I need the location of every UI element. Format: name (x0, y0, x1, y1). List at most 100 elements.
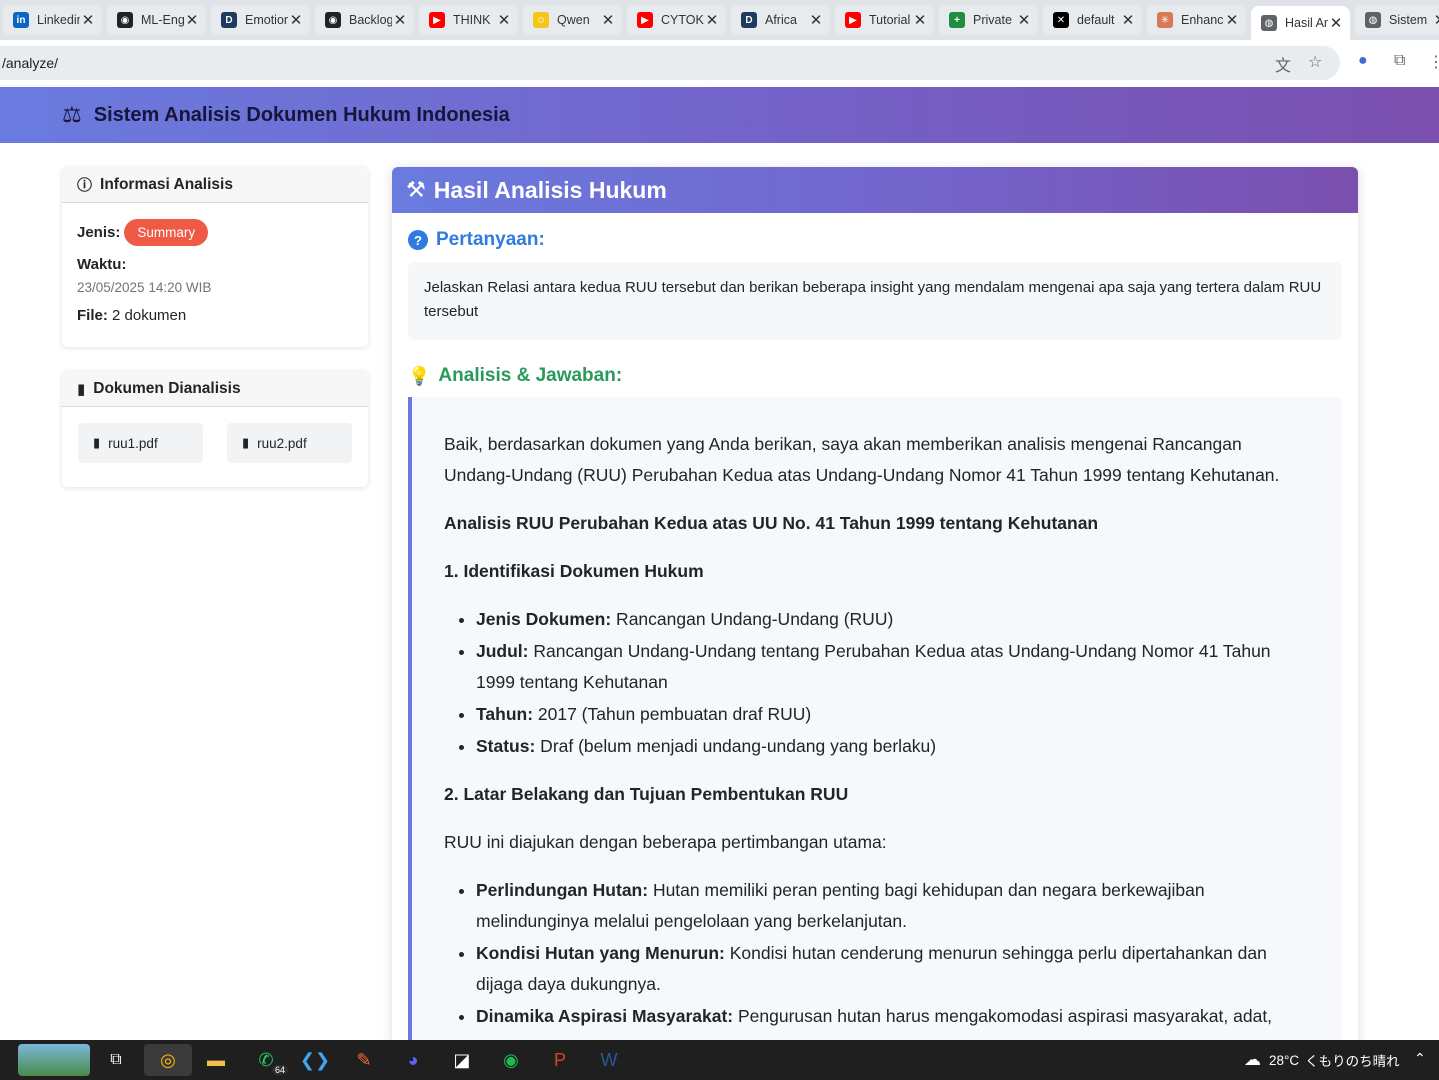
menu-kebab-icon[interactable]: ⋮ (1428, 52, 1439, 72)
browser-tab[interactable]: ◉ Backlog ✕ (315, 5, 414, 35)
info-circle-icon: ⓘ (77, 177, 93, 194)
weather-temp: 28°C (1269, 1052, 1300, 1068)
browser-tab[interactable]: ✕ default ✕ (1043, 5, 1142, 35)
timestamp: 23/05/2025 14:20 WIB (77, 280, 212, 295)
notification-count-badge: 64 (271, 1065, 288, 1075)
background-list: Perlindungan Hutan: Hutan memiliki peran… (444, 875, 1310, 1032)
capcut-icon[interactable]: ◪ (446, 1044, 478, 1076)
waktu-label: Waktu: (77, 256, 127, 273)
weather-widget[interactable]: ☁ 28°C くもりのち晴れ (1244, 1050, 1400, 1070)
browser-tab-title: CYTOK (661, 13, 704, 27)
file-icon: ▮ (242, 435, 250, 450)
list-item: Perlindungan Hutan: Hutan memiliki peran… (476, 875, 1310, 937)
browser-tab[interactable]: ◍ Sistem ✕ (1355, 5, 1439, 35)
result-title: Hasil Analisis Hukum (433, 176, 667, 203)
github-icon: ◉ (325, 12, 341, 28)
close-icon[interactable]: ✕ (1016, 11, 1032, 29)
browser-tab-strip: inLinkedin✕◉ML-Engineering✕DEmotion✕ ◉ Bac… (0, 0, 1439, 40)
answer-heading-main: Analisis RUU Perubahan Kedua atas UU No.… (444, 513, 1099, 533)
list-item: Status: Draf (belum menjadi undang-undan… (476, 731, 1310, 762)
bookmark-star-icon[interactable]: ☆ (1308, 52, 1322, 72)
browser-tab-title: Tutorial (869, 13, 911, 27)
close-icon[interactable]: ✕ (600, 11, 616, 29)
type-badge: Summary (124, 218, 209, 246)
document-name: ruu2.pdf (257, 435, 307, 451)
close-icon[interactable]: ✕ (80, 11, 96, 29)
browser-tab-title: Enhance (1181, 13, 1224, 27)
translate-icon[interactable]: 文 (1275, 52, 1291, 76)
document-chip[interactable]: ▮ ruu1.pdf (78, 423, 203, 463)
pen-app-icon[interactable]: ✎ (348, 1044, 380, 1076)
word-icon[interactable]: W (593, 1044, 625, 1076)
browser-tab[interactable]: ▶ Tutorial ✕ (835, 5, 934, 35)
close-icon[interactable]: ✕ (808, 11, 824, 29)
documents-card-title: Dokumen Dianalisis (93, 379, 241, 397)
close-icon[interactable]: ✕ (184, 11, 200, 29)
browser-tab-title: ML-Engineering (141, 13, 184, 27)
browser-tab-title: Linkedin (37, 13, 80, 27)
file-explorer-icon[interactable]: ▬ (200, 1044, 232, 1076)
close-icon[interactable]: ✕ (496, 11, 512, 29)
question-heading: ? Pertanyaan: (408, 229, 545, 251)
powerpoint-icon[interactable]: P (544, 1044, 576, 1076)
lightbulb-icon: 💡 (408, 365, 431, 386)
scale-balance-icon: ⚖ (62, 102, 82, 127)
address-bar[interactable]: /analyze/ (0, 46, 1340, 80)
discord-icon[interactable]: ◕ (397, 1044, 429, 1076)
globe-icon: ◍ (1261, 15, 1277, 31)
chrome-icon[interactable]: ◎ (144, 1044, 192, 1076)
close-icon[interactable]: ✕ (288, 11, 304, 29)
gavel-icon: ⚒ (406, 177, 426, 202)
extension-shield-icon[interactable]: ● (1358, 52, 1368, 70)
browser-tab[interactable]: D Africa ✕ (731, 5, 830, 35)
claude-icon: ✳ (1157, 12, 1173, 28)
task-view-icon[interactable]: ⧉ (100, 1044, 132, 1076)
vscode-icon[interactable]: ❮❯ (299, 1044, 331, 1076)
close-icon[interactable]: ✕ (704, 11, 720, 29)
close-icon[interactable]: ✕ (1432, 11, 1439, 29)
info-card-title: Informasi Analisis (100, 175, 233, 193)
app-brand[interactable]: Sistem Analisis Dokumen Hukum Indonesia (94, 104, 510, 127)
browser-tab-title: default (1077, 13, 1115, 27)
browser-tab[interactable]: D Emotion ✕ (211, 5, 310, 35)
document-chip[interactable]: ▮ ruu2.pdf (227, 423, 352, 463)
answer-heading-1: 1. Identifikasi Dokumen Hukum (444, 561, 704, 581)
close-icon[interactable]: ✕ (912, 11, 928, 29)
close-icon[interactable]: ✕ (1328, 14, 1344, 32)
browser-tab[interactable]: + Private ✕ (939, 5, 1038, 35)
browser-tab-title: Africa (765, 13, 797, 27)
answer-heading: 💡 Analisis & Jawaban: (408, 365, 622, 387)
result-header: ⚒ Hasil Analisis Hukum (392, 167, 1358, 213)
browser-tab-title: Backlog (349, 13, 392, 27)
answer-intro: Baik, berdasarkan dokumen yang Anda beri… (444, 434, 1280, 485)
url-text[interactable]: /analyze/ (2, 55, 58, 71)
browser-tab[interactable]: ▶ THINK ✕ (419, 5, 518, 35)
spotify-icon[interactable]: ◉ (495, 1044, 527, 1076)
browser-tab[interactable]: ◉ ML-Engineering✕ (107, 5, 206, 35)
list-item: Dinamika Aspirasi Masyarakat: Pengurusan… (476, 1001, 1310, 1032)
answer-para-2: RUU ini diajukan dengan beberapa pertimb… (444, 832, 887, 852)
browser-tab[interactable]: ▶ CYTOK ✕ (627, 5, 726, 35)
close-icon[interactable]: ✕ (392, 11, 408, 29)
browser-tab[interactable]: ◍ Hasil Analisis✕ (1251, 6, 1350, 40)
question-box: Jelaskan Relasi antara kedua RUU tersebu… (408, 262, 1342, 340)
youtube-icon: ▶ (429, 12, 445, 28)
result-card: ⚒ Hasil Analisis Hukum ? Pertanyaan: Jel… (392, 167, 1358, 1047)
browser-toolbar: /analyze/ 文 ☆ ● ⧉ ⋮ (0, 40, 1439, 87)
close-icon[interactable]: ✕ (1120, 11, 1136, 29)
browser-tab[interactable]: in Linkedin ✕ (3, 5, 102, 35)
qwen-icon: ☺ (533, 12, 549, 28)
documents-card: ▮ Dokumen Dianalisis ▮ ruu1.pdf ▮ ruu2.p… (62, 371, 368, 487)
widgets-button[interactable] (18, 1044, 90, 1076)
extensions-puzzle-icon[interactable]: ⧉ (1394, 52, 1405, 70)
info-card-header: ⓘ Informasi Analisis (62, 167, 368, 203)
jenis-label: Jenis: (77, 223, 121, 241)
browser-tab[interactable]: ✳ Enhance✕ (1147, 5, 1246, 35)
browser-tab[interactable]: ☺ Qwen ✕ (523, 5, 622, 35)
document-name: ruu1.pdf (108, 435, 158, 451)
whatsapp-icon[interactable]: ✆ 64 (250, 1044, 288, 1076)
close-icon[interactable]: ✕ (1224, 11, 1240, 29)
browser-tab-title: Emotion (245, 13, 288, 27)
file-label: File: (77, 307, 108, 324)
tray-overflow-icon[interactable]: ⌃ (1414, 1050, 1426, 1067)
